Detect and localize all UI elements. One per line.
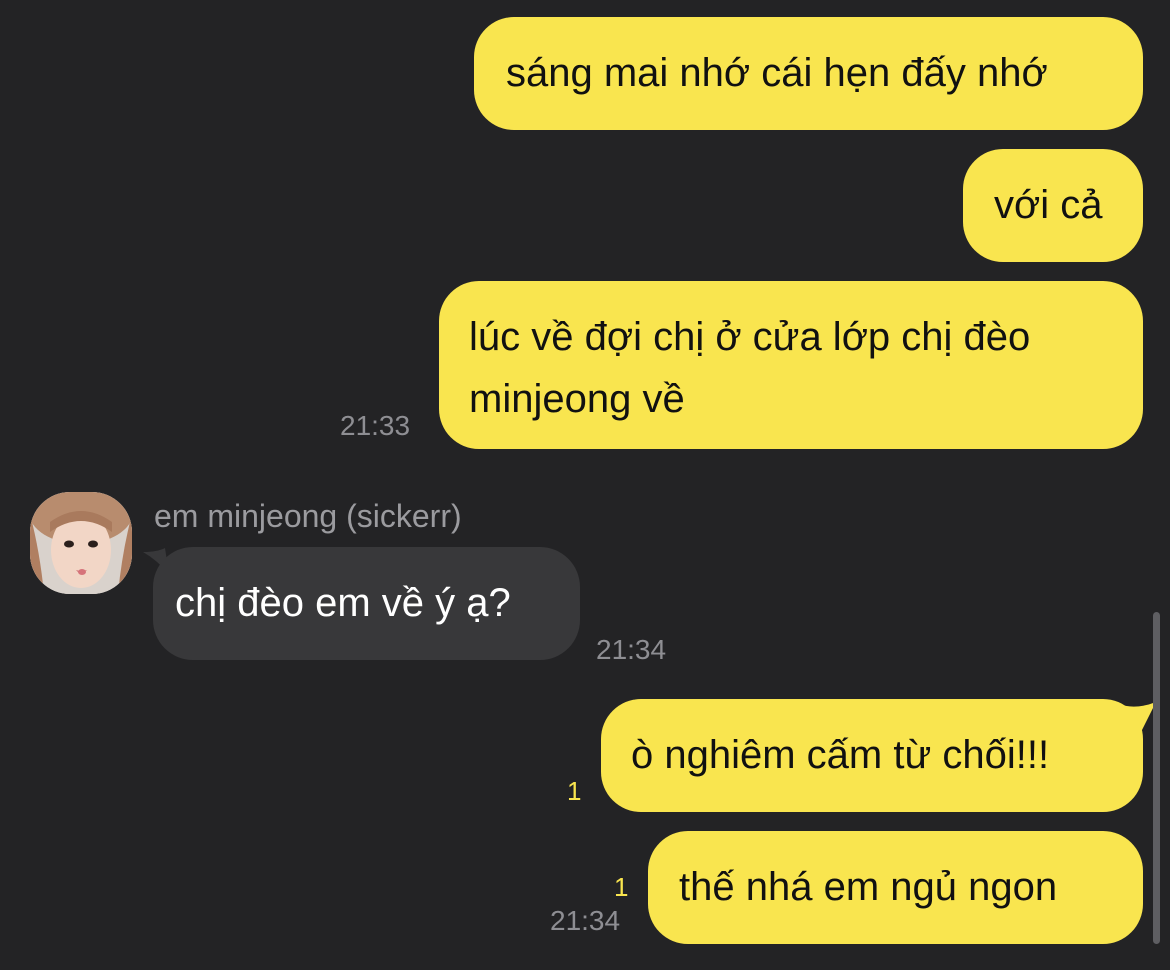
avatar-photo-icon bbox=[30, 492, 132, 594]
outgoing-message-bubble[interactable]: thế nhá em ngủ ngon bbox=[648, 831, 1143, 944]
message-text: với cả bbox=[994, 183, 1103, 227]
message-timestamp: 21:33 bbox=[340, 410, 411, 441]
outgoing-message-bubble[interactable]: ò nghiêm cấm từ chối!!! bbox=[601, 699, 1143, 812]
message-text-line: minjeong về bbox=[469, 377, 685, 421]
incoming-message-bubble[interactable]: chị đèo em về ý ạ? bbox=[153, 547, 580, 660]
outgoing-message-bubble[interactable]: với cả bbox=[963, 149, 1143, 262]
outgoing-message-bubble[interactable]: lúc về đợi chị ở cửa lớp chị đèo minjeon… bbox=[439, 281, 1143, 449]
message-timestamp: 21:34 bbox=[550, 905, 621, 936]
unread-count: 1 bbox=[614, 872, 629, 902]
message-text: chị đèo em về ý ạ? bbox=[175, 581, 511, 625]
outgoing-message-bubble[interactable]: sáng mai nhớ cái hẹn đấy nhớ bbox=[474, 17, 1143, 130]
unread-count: 1 bbox=[567, 776, 582, 806]
message-text: ò nghiêm cấm từ chối!!! bbox=[631, 733, 1050, 777]
message-timestamp: 21:34 bbox=[596, 634, 667, 665]
message-text: sáng mai nhớ cái hẹn đấy nhớ bbox=[506, 51, 1048, 95]
message-text: thế nhá em ngủ ngon bbox=[679, 865, 1058, 909]
sender-name: em minjeong (sickerr) bbox=[154, 498, 462, 534]
contact-avatar[interactable] bbox=[30, 492, 132, 594]
scrollbar[interactable] bbox=[1153, 612, 1160, 944]
message-text-line: lúc về đợi chị ở cửa lớp chị đèo bbox=[469, 315, 1031, 359]
